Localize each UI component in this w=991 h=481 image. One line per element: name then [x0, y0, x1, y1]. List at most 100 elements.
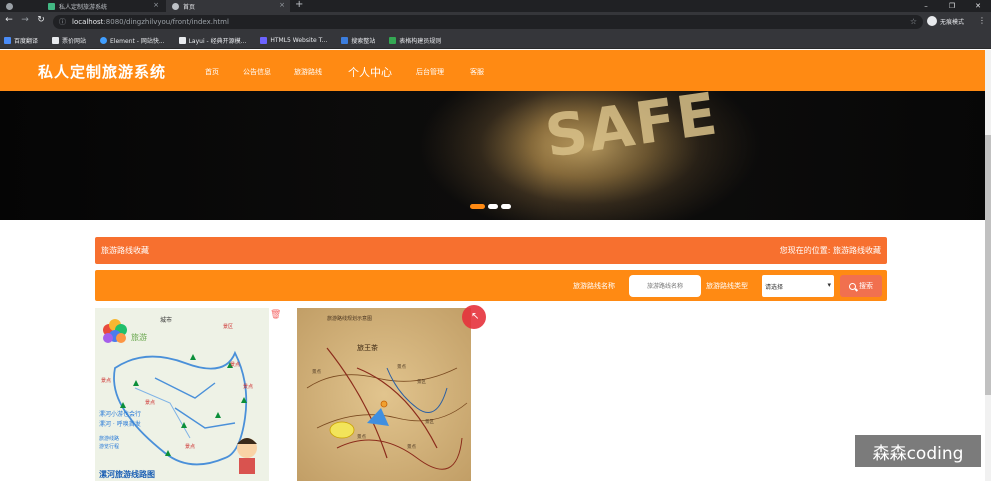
svg-text:景点: 景点 — [101, 377, 111, 384]
profile-button[interactable]: 无痕模式 — [927, 16, 964, 26]
minimize-icon[interactable]: – — [913, 0, 939, 12]
carousel-dot[interactable] — [488, 204, 498, 209]
svg-text:景点: 景点 — [230, 361, 240, 368]
bookmark-item[interactable]: 百度翻译 — [4, 36, 38, 45]
globe-icon — [172, 2, 179, 10]
browser-toolbar: ← → ↻ ⓘ localhost :8080/dingzhilvyou/fro… — [0, 12, 991, 32]
scrollbar-thumb[interactable] — [985, 135, 991, 395]
cursor-icon: ↖ — [471, 311, 480, 322]
svg-text:景区: 景区 — [223, 323, 233, 330]
search-site-icon — [341, 36, 349, 44]
svg-text:旅游线路: 旅游线路 — [99, 435, 119, 442]
breadcrumb: 您现在的位置: 旅游路线收藏 — [780, 245, 881, 256]
route-card[interactable]: 旅游路线规划示意图 旅王茶 景区 景区 景点 景点 景点 景点 — [297, 308, 471, 481]
element-icon — [100, 36, 108, 44]
nav-admin[interactable]: 后台管理 — [416, 67, 444, 77]
browser-tab-1[interactable]: 私人定制旅游系统 × — [42, 0, 164, 12]
browser-tab-strip: 私人定制旅游系统 × 首页 × + – ❐ ✕ — [0, 0, 991, 12]
svg-text:漯河小游也会行: 漯河小游也会行 — [99, 410, 141, 418]
back-icon[interactable]: ← — [3, 15, 15, 25]
route-type-select[interactable]: 请选择 ▾ — [762, 275, 834, 297]
bookmark-item[interactable]: 表格构建员规则 — [389, 36, 441, 45]
site-logo[interactable]: 私人定制旅游系统 — [38, 61, 166, 82]
route-map-image: 旅游 城市 景区景点景点 景点景点景点 漯河小游也会行 漯河 · 呼唤首发 旅游… — [95, 308, 269, 481]
page-scrollbar[interactable] — [985, 50, 991, 481]
nav-announcements[interactable]: 公告信息 — [243, 67, 271, 77]
svg-text:景点: 景点 — [407, 444, 416, 450]
chevron-down-icon: ▾ — [827, 281, 831, 289]
bookmarks-bar: 百度翻译 票价网站 Element - 网站快... Layui - 经典开源模… — [0, 32, 991, 49]
breadcrumb-current[interactable]: 旅游路线收藏 — [833, 246, 881, 255]
apps-icon — [4, 36, 11, 44]
svg-text:景区: 景区 — [425, 419, 434, 425]
bookmark-icon — [52, 36, 60, 44]
menu-icon[interactable]: ⋮ — [978, 16, 986, 25]
site-navbar: 私人定制旅游系统 首页 公告信息 旅游路线 个人中心 后台管理 客服 — [0, 50, 991, 91]
search-button[interactable]: 搜索 — [840, 275, 882, 297]
tab-title: 私人定制旅游系统 — [59, 3, 108, 11]
browser-tab-extension[interactable] — [0, 0, 22, 12]
address-bar[interactable]: ⓘ localhost :8080/dingzhilvyou/front/ind… — [53, 15, 923, 29]
nav-customer-service[interactable]: 客服 — [470, 67, 484, 77]
close-tab-icon[interactable]: × — [153, 1, 159, 9]
page-header-bar: 旅游路线收藏 您现在的位置: 旅游路线收藏 — [95, 237, 887, 264]
bookmark-item[interactable]: HTML5 Website T... — [260, 36, 327, 44]
svg-text:游览行程: 游览行程 — [99, 443, 119, 450]
svg-text:景区: 景区 — [417, 379, 426, 385]
globe-icon — [6, 2, 13, 10]
carousel-indicators — [470, 204, 514, 209]
svg-text:漯河 · 呼唤首发: 漯河 · 呼唤首发 — [99, 420, 141, 428]
breadcrumb-prefix: 您现在的位置: — [779, 246, 831, 255]
star-icon[interactable]: ☆ — [910, 17, 917, 26]
route-name-input[interactable] — [629, 275, 701, 297]
forward-icon[interactable]: → — [19, 15, 31, 25]
incognito-icon — [927, 16, 937, 26]
page-title: 旅游路线收藏 — [101, 246, 149, 255]
close-tab-icon[interactable]: × — [279, 1, 285, 9]
carousel-dot[interactable] — [470, 204, 485, 209]
svg-text:景点: 景点 — [243, 383, 253, 390]
new-tab-button[interactable]: + — [295, 0, 303, 10]
reload-icon[interactable]: ↻ — [35, 15, 47, 25]
route-type-label: 旅游路线类型 — [706, 282, 748, 290]
banner-carousel[interactable]: SAFE — [0, 91, 991, 220]
svg-text:景点: 景点 — [397, 364, 406, 370]
svg-text:旅游: 旅游 — [131, 332, 147, 342]
svg-text:旅游路线规划示意图: 旅游路线规划示意图 — [327, 315, 372, 322]
vue-icon — [48, 2, 55, 10]
route-name-label: 旅游路线名称 — [573, 282, 615, 290]
mouse-cursor-highlight: ↖ — [462, 305, 486, 329]
tab-title: 首页 — [183, 3, 196, 11]
svg-text:景点: 景点 — [145, 399, 155, 406]
bookmark-item[interactable]: Layui - 经典开源模... — [178, 36, 246, 45]
svg-text:景点: 景点 — [357, 434, 366, 440]
bookmark-item[interactable]: Element - 网站快... — [100, 36, 165, 45]
carousel-dot[interactable] — [501, 204, 511, 209]
close-window-icon[interactable]: ✕ — [965, 0, 991, 12]
search-icon — [849, 282, 856, 290]
table-icon — [389, 36, 397, 44]
route-card[interactable]: 旅游 城市 景区 景点 景点 景点 景点 景点 漯河小游也会行 漯河 · 呼唤首发 旅游… — [95, 308, 269, 481]
nav-personal-center[interactable]: 个人中心 — [348, 64, 392, 80]
info-icon[interactable]: ⓘ — [59, 17, 66, 27]
url-host: localhost — [72, 18, 104, 26]
restore-icon[interactable]: ❐ — [939, 0, 965, 12]
route-type-selected: 请选择 — [765, 283, 784, 291]
banner-overlay — [0, 91, 991, 220]
browser-tab-2[interactable]: 首页 × — [166, 0, 290, 12]
svg-text:景点: 景点 — [312, 369, 321, 375]
bookmark-item[interactable]: 票价网站 — [52, 36, 86, 45]
window-controls: – ❐ ✕ — [913, 0, 991, 12]
nav-home[interactable]: 首页 — [205, 67, 219, 77]
search-bar: 旅游路线名称 旅游路线类型 请选择 ▾ 搜索 — [95, 270, 887, 301]
layui-icon — [178, 36, 186, 44]
bookmark-item[interactable]: 搜索整站 — [341, 36, 375, 45]
watermark: 森森coding — [855, 435, 981, 467]
nav-travel-routes[interactable]: 旅游路线 — [294, 67, 322, 77]
search-button-label: 搜索 — [859, 282, 873, 290]
svg-text:城市: 城市 — [160, 316, 172, 324]
svg-text:景点: 景点 — [185, 443, 195, 450]
svg-text:旅王茶: 旅王茶 — [357, 343, 378, 352]
delete-icon[interactable]: 🗑 — [270, 310, 281, 320]
url-path: :8080/dingzhilvyou/front/index.html — [103, 18, 229, 26]
